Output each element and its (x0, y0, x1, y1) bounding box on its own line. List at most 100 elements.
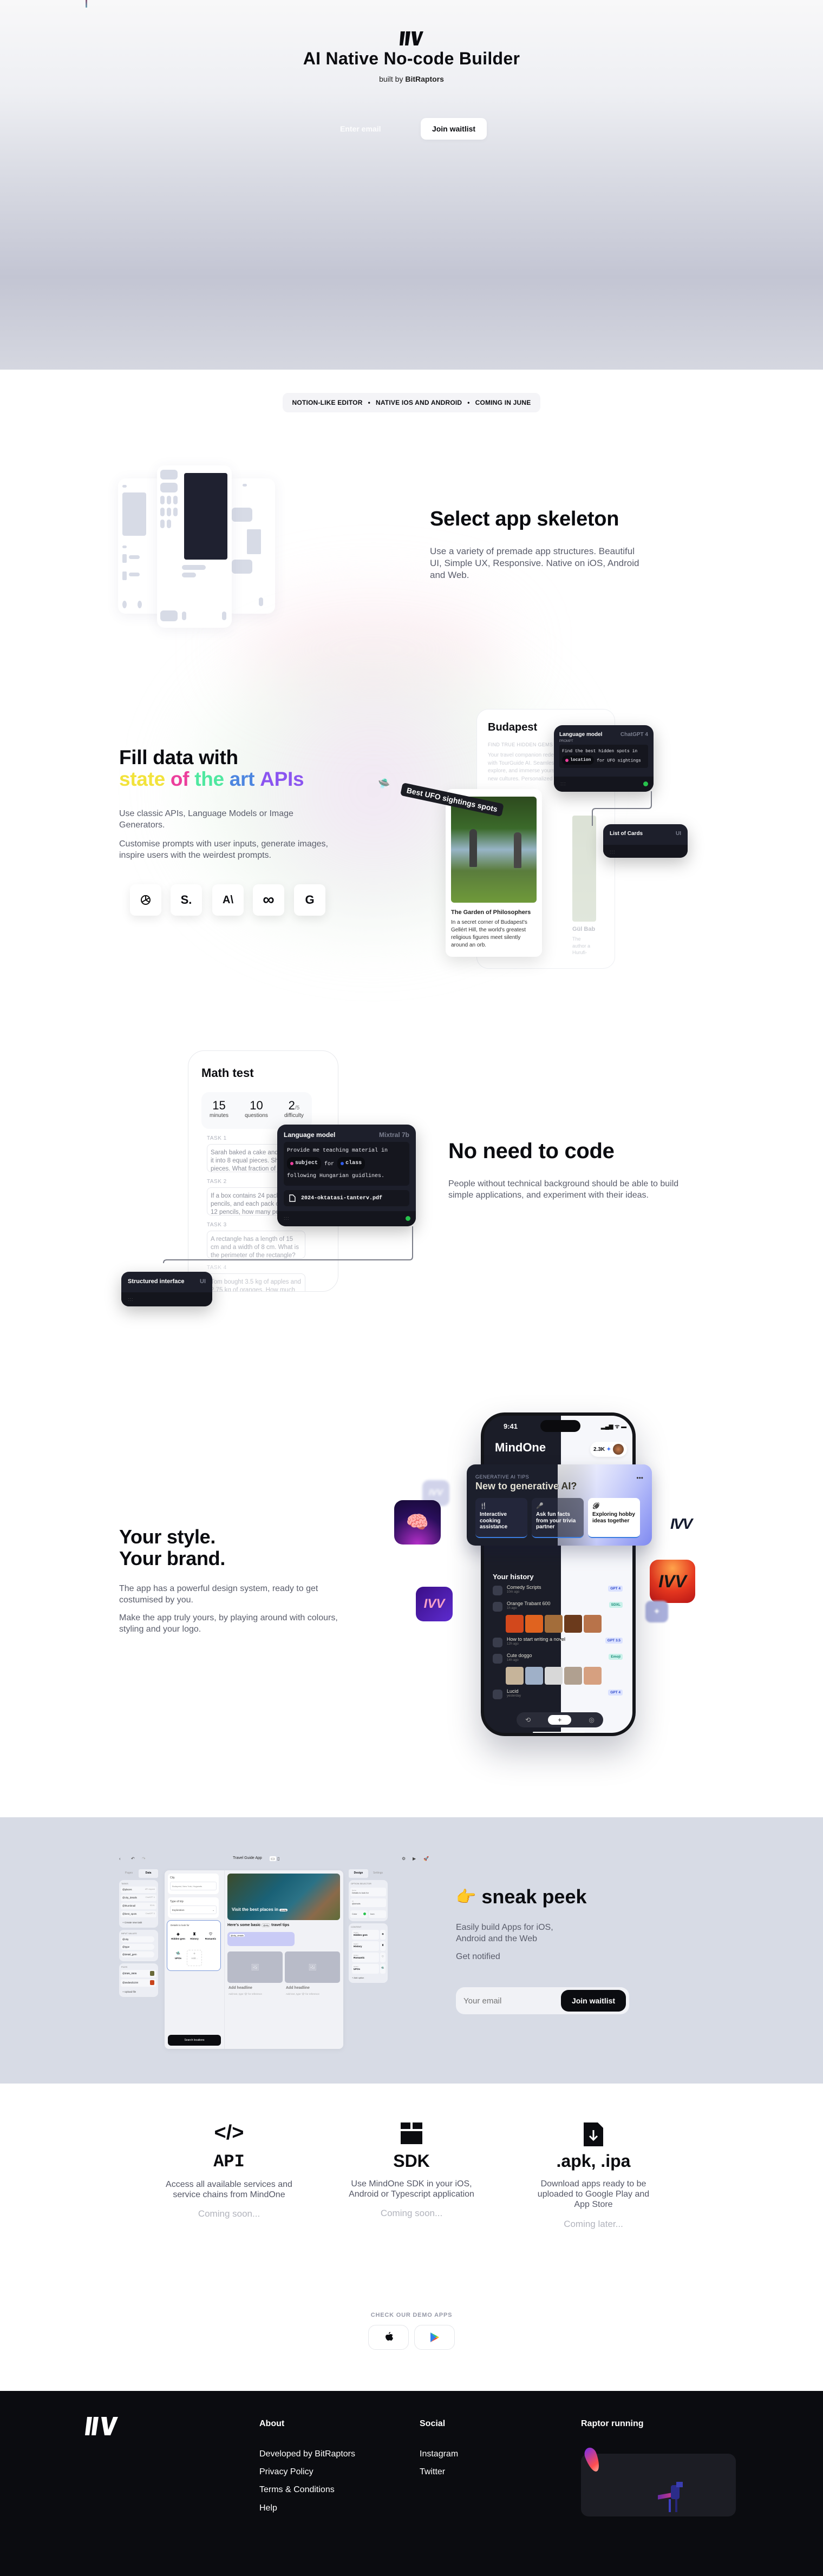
city-input[interactable]: Budapest, New York, Hogwarts (170, 1882, 217, 1890)
input-value-row[interactable]: @detail_gem (121, 1951, 154, 1957)
footer-link-developed-by[interactable]: Developed by BitRaptors (259, 2449, 355, 2459)
image-placeholder-icon[interactable]: 🖼 (227, 1951, 283, 1983)
play-icon[interactable]: ▶ (413, 1856, 416, 1861)
add-option-button[interactable]: + Add option (352, 1976, 364, 1979)
redo-icon[interactable]: ↷ (142, 1856, 146, 1861)
generated-image-thumbnail[interactable] (545, 1667, 563, 1685)
tip-card[interactable]: 🎤 Ask fun facts from your trivia partner (532, 1498, 584, 1538)
more-options-icon[interactable]: ••• (636, 1474, 643, 1482)
icon-field[interactable]: Icon (369, 1910, 386, 1918)
history-tab-icon[interactable]: ⟲ (525, 1716, 531, 1724)
tab-settings[interactable]: Settings (368, 1869, 388, 1878)
option-icon-picker[interactable]: ◈ (380, 1930, 386, 1940)
undo-icon[interactable]: ↶ (131, 1856, 135, 1861)
avatar[interactable] (612, 1444, 624, 1455)
task-row[interactable]: @places API request (121, 1887, 156, 1893)
option-tile[interactable]: ♡ Romantic (203, 1930, 218, 1947)
search-locations-button[interactable]: Search locations (168, 2035, 221, 2046)
file-row[interactable]: @asdasd1234 (121, 1979, 156, 1987)
mobile-view-icon[interactable]: ▯ (277, 1856, 279, 1861)
drag-handle-icon[interactable]: ::: (560, 781, 566, 786)
history-item[interactable]: Comedy Scripts 10m ago GPT 4 (493, 1585, 628, 1599)
generated-image-thumbnail[interactable] (525, 1667, 543, 1685)
option-row[interactable]: Option UFOs (352, 1964, 379, 1974)
create-task-button[interactable]: + Create new task (122, 1921, 142, 1924)
footer-link-terms[interactable]: Terms & Conditions (259, 2485, 335, 2495)
name-field[interactable]: Name Details to look for (350, 1888, 386, 1896)
option-tile[interactable]: 🛸 UFOs (171, 1950, 186, 1966)
history-item[interactable]: Lucid yesterday GPT 4 (493, 1688, 628, 1703)
city-details-block[interactable]: @city_details (227, 1932, 295, 1946)
generated-image-thumbnail[interactable] (584, 1615, 602, 1633)
option-tile[interactable]: ♜ History (187, 1930, 202, 1947)
apple-app-store-button[interactable] (368, 2325, 409, 2350)
card-headline[interactable]: Add headline (228, 1986, 252, 1990)
mindone-logo-icon[interactable] (85, 2417, 120, 2435)
hero-join-waitlist-button[interactable]: Join waitlist (421, 118, 487, 140)
structured-interface-node[interactable]: Structured interface UI ::: (121, 1272, 212, 1306)
generated-image-thumbnail[interactable] (564, 1615, 582, 1633)
option-tile[interactable]: ◈ Hidden gem (171, 1930, 186, 1947)
generated-image-thumbnail[interactable] (584, 1667, 602, 1685)
card-headline[interactable]: Add headline (286, 1986, 310, 1990)
prompt-box[interactable]: Find the best hidden spots in location f… (559, 745, 648, 768)
footer-link-privacy[interactable]: Privacy Policy (259, 2467, 313, 2477)
publish-icon[interactable]: 🚀 (423, 1856, 429, 1861)
drag-handle-icon[interactable]: ::: (610, 849, 616, 855)
generated-image-thumbnail[interactable] (545, 1615, 563, 1633)
drag-handle-icon[interactable]: ::: (284, 1215, 290, 1221)
prompt-box[interactable]: Provide me teaching material in subject … (284, 1142, 409, 1186)
color-field[interactable]: Color (350, 1910, 368, 1918)
details-option-selector[interactable]: Details to look for ◈ Hidden gem ♜ History ♡… (167, 1920, 221, 1971)
generated-image-thumbnail[interactable] (506, 1615, 524, 1633)
upload-file-button[interactable]: + Upload file (122, 1990, 136, 1993)
option-row[interactable]: Option History (352, 1941, 379, 1951)
credits-badge[interactable]: 2.3K ✦ (590, 1442, 627, 1457)
settings-icon[interactable]: ⚙ (402, 1856, 406, 1861)
attached-file[interactable]: 2024-oktatasi-tanterv.pdf (284, 1190, 409, 1206)
output-port[interactable] (643, 781, 648, 786)
option-icon-picker[interactable]: 🛸 (380, 1964, 386, 1974)
add-button[interactable]: + (548, 1715, 572, 1725)
history-item[interactable]: Orange Trabant 600 1h ago SDXL (493, 1601, 628, 1615)
drag-handle-icon[interactable]: ::: (128, 1297, 134, 1302)
history-item[interactable]: How to start writing a novel 12h ago GPT 3… (493, 1637, 628, 1651)
google-play-store-button[interactable] (414, 2325, 455, 2350)
footer-link-help[interactable]: Help (259, 2503, 277, 2513)
tab-data[interactable]: Data (139, 1869, 158, 1878)
hero-email-input[interactable] (324, 118, 432, 140)
generated-image-thumbnail[interactable] (564, 1667, 582, 1685)
generated-image-thumbnail[interactable] (525, 1615, 543, 1633)
id-field[interactable]: Id @details (350, 1898, 386, 1907)
task-box[interactable]: Tom bought 3.5 kg of apples and 2.75 kg … (207, 1273, 305, 1291)
raptor-running-game[interactable] (581, 2446, 736, 2516)
option-tile[interactable]: + Add... (187, 1950, 202, 1966)
task-row[interactable]: @thumbnail SDXL (121, 1903, 156, 1909)
tab-pages[interactable]: Pages (119, 1869, 139, 1878)
tab-design[interactable]: Design (349, 1869, 368, 1878)
explore-tab-icon[interactable]: ◎ (589, 1716, 594, 1724)
task-row[interactable]: @best_spots ChatGPT 3 (121, 1911, 156, 1917)
sneak-join-waitlist-button[interactable]: Join waitlist (561, 1990, 626, 2012)
sneak-email-input[interactable] (463, 1993, 556, 2009)
image-placeholder-icon[interactable]: 🖼 (285, 1951, 340, 1983)
option-row[interactable]: Option Romantic (352, 1953, 379, 1962)
language-model-node[interactable]: Language model ChatGPT 4 PROMPT Find the … (554, 725, 654, 792)
output-port[interactable] (406, 1216, 410, 1221)
color-swatch[interactable] (363, 1913, 366, 1915)
option-icon-picker[interactable]: ♜ (380, 1941, 386, 1951)
option-row[interactable]: Option Hidden gem (352, 1930, 379, 1940)
option-icon-picker[interactable]: ♡ (380, 1953, 386, 1962)
input-value-row[interactable]: @type (121, 1944, 154, 1950)
file-row[interactable]: @EM6_0806 (121, 1970, 156, 1977)
desktop-view-icon[interactable]: ▭ (270, 1856, 276, 1861)
list-of-cards-node[interactable]: List of Cards UI ::: (603, 824, 688, 858)
language-model-node[interactable]: Language model Mixtral 7b Provide me teac… (277, 1125, 416, 1226)
task-row[interactable]: @city_details ChatGPT 4 (121, 1895, 156, 1901)
history-item[interactable]: Cute doggo 14h ago Emoji (493, 1653, 628, 1667)
tip-card[interactable]: 🍴 Interactive cooking assistance (475, 1498, 527, 1538)
tip-card[interactable]: 🏈 Exploring hobby ideas together (588, 1498, 640, 1538)
generated-image-thumbnail[interactable] (506, 1667, 524, 1685)
back-icon[interactable]: ‹ (119, 1856, 121, 1861)
trip-type-select[interactable]: Exploration ⌄ (170, 1905, 217, 1914)
